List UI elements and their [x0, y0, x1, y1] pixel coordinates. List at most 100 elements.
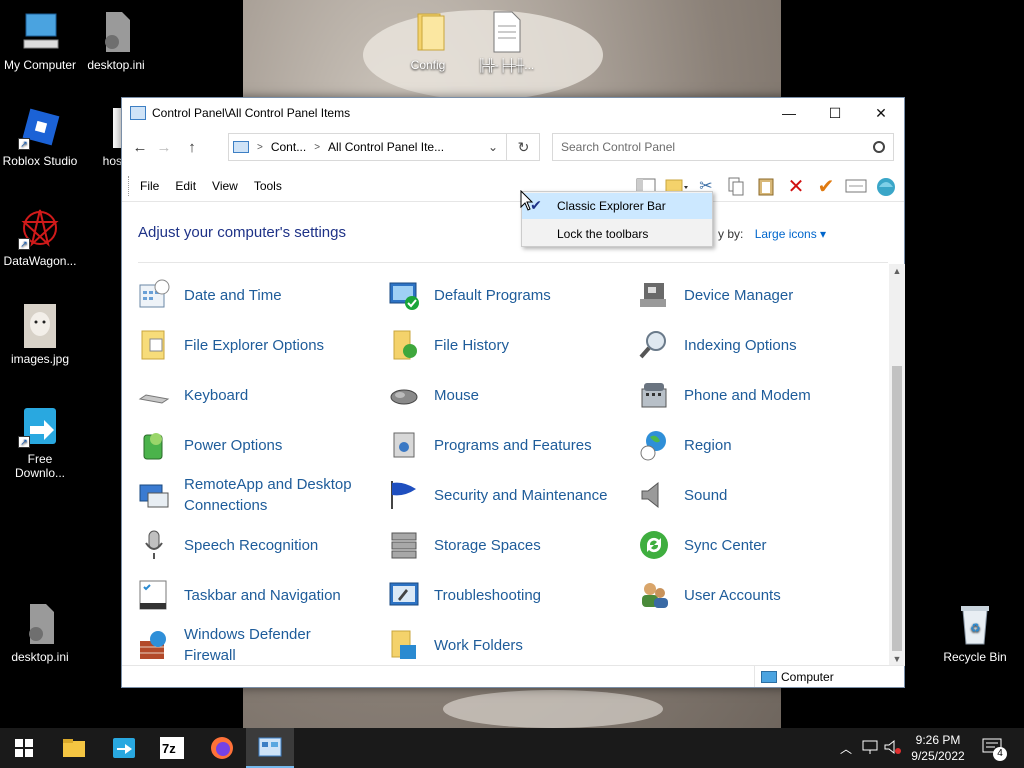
delete-icon[interactable]: ✕	[784, 174, 808, 198]
menu-item-lock-the-toolbars[interactable]: Lock the toolbars	[522, 221, 712, 247]
paste-icon[interactable]	[754, 174, 778, 198]
address-bar[interactable]: > Cont... > All Control Panel Ite... ⌄	[228, 133, 540, 161]
back-button[interactable]: ←	[128, 135, 152, 159]
scroll-down-icon[interactable]: ▼	[889, 654, 905, 664]
desktop-icon-datawagon[interactable]: ↗ DataWagon...	[0, 206, 80, 268]
taskbar-7zip[interactable]: 7z	[148, 728, 196, 768]
item-sync-center[interactable]: Sync Center	[638, 522, 888, 568]
start-button[interactable]	[0, 728, 48, 768]
desktop-icon-free-download[interactable]: ↗ Free Downlo...	[0, 404, 80, 480]
item-file-explorer-options[interactable]: File Explorer Options	[138, 322, 388, 368]
item-security-and-maintenance[interactable]: Security and Maintenance	[388, 472, 638, 518]
taskbar-download-manager[interactable]	[100, 728, 148, 768]
indexing-magnifier-icon	[638, 329, 670, 361]
item-indexing-options[interactable]: Indexing Options	[638, 322, 888, 368]
breadcrumb-all-items[interactable]: All Control Panel Ite...	[328, 140, 444, 154]
menu-file[interactable]: File	[132, 179, 167, 193]
calendar-clock-icon	[138, 279, 170, 311]
desktop-icon-label: Config	[410, 58, 446, 72]
desktop-icon-roblox-studio[interactable]: ↗ Roblox Studio	[0, 106, 80, 168]
minimize-button[interactable]: —	[766, 98, 812, 128]
item-power-options[interactable]: Power Options	[138, 422, 388, 468]
item-windows-defender-firewall[interactable]: Windows Defender Firewall	[138, 622, 388, 668]
menu-edit[interactable]: Edit	[167, 179, 204, 193]
taskbar-file-explorer[interactable]	[50, 728, 98, 768]
item-work-folders[interactable]: Work Folders	[388, 622, 638, 668]
item-device-manager[interactable]: Device Manager	[638, 272, 888, 318]
menu-tools[interactable]: Tools	[246, 179, 290, 193]
volume-muted-icon[interactable]	[884, 739, 902, 758]
vertical-scrollbar[interactable]: ▲ ▼	[889, 264, 905, 666]
storage-spaces-icon	[388, 529, 420, 561]
firewall-icon	[138, 629, 170, 661]
speaker-icon	[638, 479, 670, 511]
action-center-button[interactable]: 4	[982, 738, 1007, 761]
clock[interactable]: 9:26 PM 9/25/2022	[902, 732, 974, 764]
desktop-icon-my-computer[interactable]: My Computer	[0, 10, 80, 72]
email-icon[interactable]	[844, 174, 868, 198]
up-button[interactable]: ↑	[180, 135, 204, 159]
view-by-dropdown[interactable]: Large icons ▾	[755, 227, 826, 241]
scroll-thumb[interactable]	[892, 366, 902, 651]
item-date-and-time[interactable]: Date and Time	[138, 272, 388, 318]
window-title: Control Panel\All Control Panel Items	[152, 106, 351, 120]
breadcrumb-control-panel[interactable]: Cont...	[271, 140, 306, 154]
desktop-icon-label: ╠╬-╞╪╫...	[477, 58, 535, 72]
desktop-icon-hos[interactable]: hos	[76, 106, 122, 168]
desktop-icon-images-jpg[interactable]: images.jpg	[0, 304, 80, 366]
status-computer-label: Computer	[781, 669, 834, 684]
network-icon[interactable]	[862, 739, 878, 758]
menu-item-classic-explorer-bar[interactable]: ✔ Classic Explorer Bar	[522, 193, 712, 219]
item-remoteapp[interactable]: RemoteApp and Desktop Connections	[138, 472, 388, 518]
windows-logo-icon	[15, 739, 33, 757]
scroll-up-icon[interactable]: ▲	[889, 266, 905, 276]
show-hidden-icons-icon[interactable]: ︿	[840, 740, 852, 757]
item-troubleshooting[interactable]: Troubleshooting	[388, 572, 638, 618]
taskbar-control-panel[interactable]	[246, 728, 294, 768]
page-heading: Adjust your computer's settings	[138, 224, 346, 241]
desktop-icon-config[interactable]: Config	[388, 10, 468, 72]
item-phone-and-modem[interactable]: Phone and Modem	[638, 372, 888, 418]
item-label: User Accounts	[684, 586, 781, 604]
item-region[interactable]: Region	[638, 422, 888, 468]
breadcrumb-separator: >	[257, 141, 263, 153]
title-bar[interactable]: Control Panel\All Control Panel Items — …	[122, 98, 904, 128]
address-dropdown-icon[interactable]: ⌄	[481, 140, 505, 154]
phone-icon	[638, 379, 670, 411]
menu-view[interactable]: View	[204, 179, 246, 193]
item-label: Region	[684, 436, 732, 454]
item-sound[interactable]: Sound	[638, 472, 888, 518]
view-by-label: y by:	[718, 227, 744, 241]
item-speech-recognition[interactable]: Speech Recognition	[138, 522, 388, 568]
item-user-accounts[interactable]: User Accounts	[638, 572, 888, 618]
desktop-icon-label: DataWagon...	[3, 254, 77, 268]
desktop-icon-recycle-bin[interactable]: ♻ Recycle Bin	[935, 602, 1015, 664]
item-label: Date and Time	[184, 286, 282, 304]
search-input[interactable]: Search Control Panel	[552, 133, 894, 161]
item-keyboard[interactable]: Keyboard	[138, 372, 388, 418]
forward-button[interactable]: →	[152, 135, 176, 159]
item-programs-and-features[interactable]: Programs and Features	[388, 422, 638, 468]
item-mouse[interactable]: Mouse	[388, 372, 638, 418]
classic-shell-icon[interactable]	[874, 174, 898, 198]
item-storage-spaces[interactable]: Storage Spaces	[388, 522, 638, 568]
copy-icon[interactable]	[724, 174, 748, 198]
sync-icon	[638, 529, 670, 561]
desktop-icon-desktop-ini[interactable]: desktop.ini	[76, 10, 156, 72]
control-panel-icon	[258, 737, 282, 757]
item-label: RemoteApp and Desktop Connections	[184, 476, 352, 514]
taskbar-firefox[interactable]	[198, 728, 246, 768]
refresh-button[interactable]: ↻	[506, 133, 540, 161]
item-file-history[interactable]: File History	[388, 322, 638, 368]
properties-check-icon[interactable]: ✔	[814, 174, 838, 198]
control-panel-items: Date and Time Default Programs Device Ma…	[138, 272, 888, 668]
desktop-icon-desktop-ini-2[interactable]: desktop.ini	[0, 602, 80, 664]
item-default-programs[interactable]: Default Programs	[388, 272, 638, 318]
maximize-button[interactable]: ☐	[812, 98, 858, 128]
svg-text:♻: ♻	[970, 621, 981, 635]
search-icon[interactable]	[873, 141, 885, 153]
desktop-icon-text-file[interactable]: ╠╬-╞╪╫...	[466, 10, 546, 72]
item-taskbar-and-navigation[interactable]: Taskbar and Navigation	[138, 572, 388, 618]
troubleshooting-icon	[388, 579, 420, 611]
close-button[interactable]: ✕	[858, 98, 904, 128]
